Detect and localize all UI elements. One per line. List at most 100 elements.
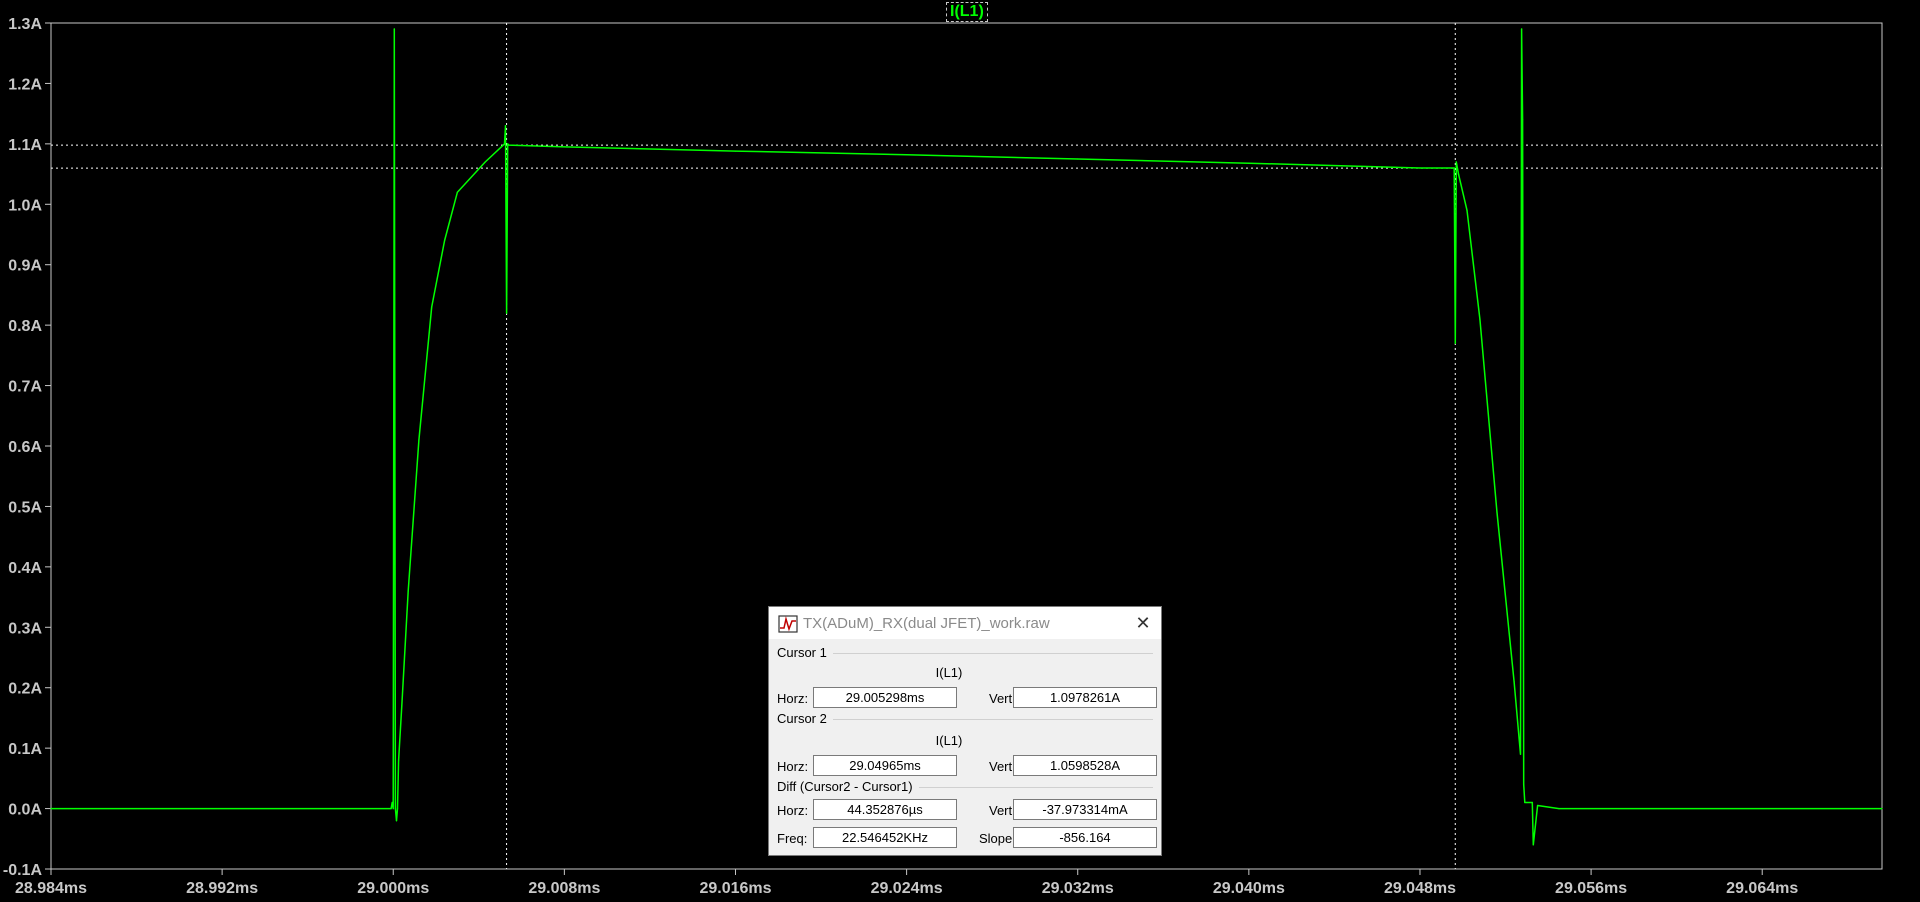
waveform-app-icon [778,615,798,633]
x-tick-label: 29.040ms [1213,880,1285,897]
cursor2-vert-field[interactable]: 1.0598528A [1013,755,1157,776]
y-tick-label: 0.3A [8,620,42,637]
y-tick-label: 1.1A [8,137,42,154]
trace-data-point [734,150,737,152]
trace-data-point [396,808,399,810]
cursor2-group-title: Cursor 2 [777,711,827,726]
trace-data-point [1526,801,1528,804]
cursor1-vert-label: Vert: [989,691,1016,706]
close-icon[interactable]: ✕ [1133,613,1153,633]
cursor2-trace-name: I(L1) [935,733,963,748]
y-tick-label: 0.1A [8,741,42,758]
trace-data-point [1537,804,1539,807]
trace-data-point [1077,158,1079,160]
trace-data-point [508,144,510,146]
group-divider [919,787,1153,788]
cursor2-horz-field[interactable]: 29.04965ms [813,755,957,776]
trace-data-point [1519,753,1522,755]
cursor1-trace-name: I(L1) [935,665,963,680]
cursor2-horz-label: Horz: [777,759,809,774]
group-divider [833,719,1153,720]
x-tick-label: 28.984ms [15,880,87,897]
trace-data-point [1456,167,1458,169]
y-tick-label: 0.5A [8,499,42,516]
trace-data-point [391,801,393,804]
y-tick-label: 0.7A [8,379,42,396]
cursor1-horz-label: Horz: [777,691,809,706]
x-tick-label: 29.024ms [871,880,943,897]
trace-data-point [1881,808,1883,810]
trace-data-point [456,191,458,193]
trace-data-point [1248,162,1250,164]
trace-data-point [407,590,409,592]
trace-data-point [906,154,908,156]
x-tick-label: 28.992ms [186,880,258,897]
trace-data-point [1479,318,1481,320]
diff-vert-field[interactable]: -37.973314mA [1013,799,1157,820]
cursor2-group: Cursor 2 I(L1) Horz: 29.04965ms Vert: 1.… [777,711,1157,776]
trace-data-point [1532,844,1534,846]
trace-data-point [390,808,392,810]
trace-data-point [401,705,403,707]
cursor1-group: Cursor 1 I(L1) Horz: 29.005298ms Vert: 1… [777,645,1157,708]
cursor1-group-title: Cursor 1 [777,645,827,660]
y-tick-label: 1.2A [8,76,42,93]
trace-data-point [1457,173,1460,175]
x-tick-label: 29.032ms [1042,880,1114,897]
diff-vert-label: Vert: [989,803,1016,818]
y-tick-label: 0.0A [8,802,42,819]
y-tick-label: 0.9A [8,258,42,275]
trace-data-point [563,146,566,148]
y-tick-label: -0.1A [3,862,43,879]
trace-data-point [398,759,400,761]
trace-data-point [444,239,446,242]
trace-data-point [1521,28,1523,30]
y-tick-label: 1.0A [8,197,42,214]
trace-data-point [1513,681,1515,683]
trace-data-point [393,28,395,30]
trace-data-point [431,306,433,308]
x-tick-label: 29.000ms [357,880,429,897]
trace-label-i-l1[interactable]: I(L1) [946,2,988,22]
diff-group: Diff (Cursor2 - Cursor1) Horz: 44.352876… [777,779,1157,851]
diff-horz-field[interactable]: 44.352876µs [813,799,957,820]
y-tick-label: 0.2A [8,681,42,698]
trace-data-point [50,808,52,810]
x-tick-label: 29.056ms [1555,880,1627,897]
trace-data-point [484,161,486,163]
cursor2-vert-label: Vert: [989,759,1016,774]
trace-data-point [507,143,509,145]
diff-freq-field[interactable]: 22.546452KHz [813,827,957,848]
diff-slope-field[interactable]: -856.164 [1013,827,1157,848]
x-tick-label: 29.064ms [1726,880,1798,897]
x-tick-label: 29.016ms [699,880,771,897]
x-tick-label: 29.008ms [528,880,600,897]
trace-data-point [1455,161,1457,163]
dialog-titlebar[interactable]: TX(ADuM)_RX(dual JFET)_work.raw ✕ [769,607,1161,639]
cursor1-vert-field[interactable]: 1.0978261A [1013,687,1157,708]
y-tick-label: 0.6A [8,439,42,456]
diff-horz-label: Horz: [777,803,809,818]
trace-data-point [418,439,420,441]
cursor1-horz-field[interactable]: 29.005298ms [813,687,957,708]
trace-data-point [506,312,508,314]
y-tick-label: 0.8A [8,318,42,335]
trace-data-point [392,808,394,810]
y-tick-label: 1.3A [8,16,42,33]
trace-data-point [1531,801,1533,804]
diff-group-title: Diff (Cursor2 - Cursor1) [777,779,913,794]
cursor-readout-dialog[interactable]: TX(ADuM)_RX(dual JFET)_work.raw ✕ Cursor… [768,606,1162,856]
diff-slope-label: Slope: [979,831,1016,846]
trace-data-point [1454,342,1456,344]
trace-data-point [1522,119,1524,121]
group-divider [833,653,1153,654]
dialog-title: TX(ADuM)_RX(dual JFET)_work.raw [803,615,1050,632]
y-tick-label: 0.4A [8,560,42,577]
trace-data-point [1523,783,1525,786]
trace-data-point [503,143,506,145]
x-tick-label: 29.048ms [1384,880,1456,897]
trace-data-point [1466,209,1468,211]
trace-data-point [395,820,398,822]
trace-data-point [1558,808,1560,810]
trace-data-point [1524,801,1526,804]
